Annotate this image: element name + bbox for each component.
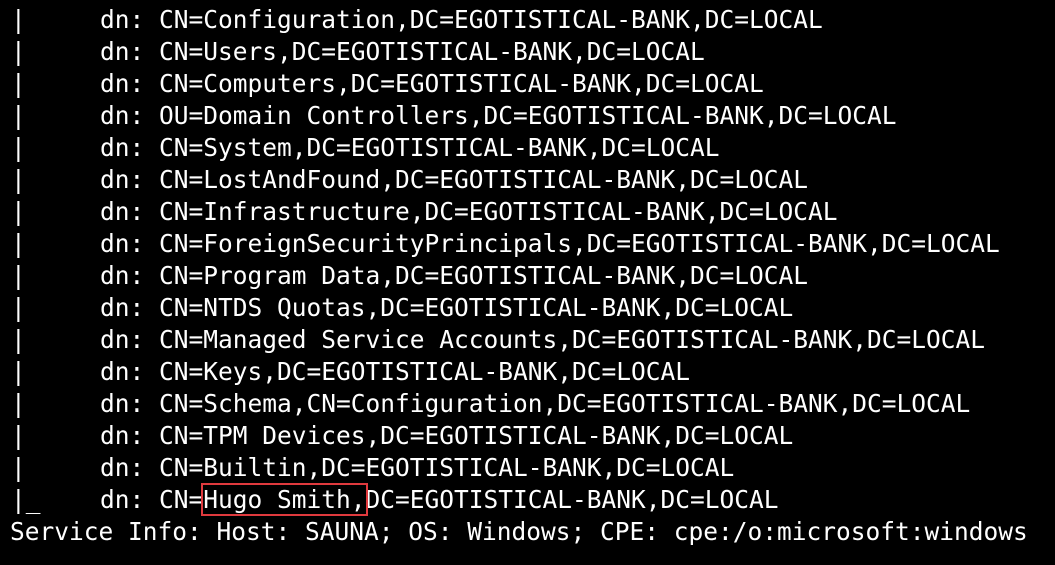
ldap-entry-line: | dn: CN=Managed Service Accounts,DC=EGO… [0, 324, 1055, 356]
tree-pipe: | [11, 229, 26, 258]
ldap-entry-line: | dn: CN=Program Data,DC=EGOTISTICAL-BAN… [0, 260, 1055, 292]
output-lines: | dn: CN=Configuration,DC=EGOTISTICAL-BA… [0, 4, 1055, 548]
dn-text: dn: CN=ForeignSecurityPrincipals,DC=EGOT… [100, 229, 1000, 258]
dn-text-before: dn: CN= [100, 485, 204, 514]
ldap-entry-line: | dn: CN=Infrastructure,DC=EGOTISTICAL-B… [0, 196, 1055, 228]
ldap-entry-line: | dn: CN=ForeignSecurityPrincipals,DC=EG… [0, 228, 1055, 260]
tree-pipe: | [11, 261, 26, 290]
dn-text: dn: CN=NTDS Quotas,DC=EGOTISTICAL-BANK,D… [100, 293, 794, 322]
terminal-output: | dn: CN=Configuration,DC=EGOTISTICAL-BA… [0, 0, 1055, 565]
highlighted-user-name: Hugo Smith, [201, 483, 368, 516]
ldap-entry-line: | dn: OU=Domain Controllers,DC=EGOTISTIC… [0, 100, 1055, 132]
tree-pipe: | [11, 293, 26, 322]
tree-pipe: | [11, 421, 26, 450]
dn-text: dn: CN=LostAndFound,DC=EGOTISTICAL-BANK,… [100, 165, 809, 194]
ldap-entry-line: | dn: CN=Users,DC=EGOTISTICAL-BANK,DC=LO… [0, 36, 1055, 68]
tree-end-marker: |_ [11, 485, 41, 514]
dn-text-after: DC=EGOTISTICAL-BANK,DC=LOCAL [365, 485, 779, 514]
tree-pipe: | [11, 69, 26, 98]
ldap-entry-line-last: |_ dn: CN=Hugo Smith,DC=EGOTISTICAL-BANK… [0, 483, 1055, 516]
ldap-entry-line: | dn: CN=Schema,CN=Configuration,DC=EGOT… [0, 388, 1055, 420]
ldap-entry-line: | dn: CN=System,DC=EGOTISTICAL-BANK,DC=L… [0, 132, 1055, 164]
dn-text: dn: OU=Domain Controllers,DC=EGOTISTICAL… [100, 101, 897, 130]
dn-text: dn: CN=Users,DC=EGOTISTICAL-BANK,DC=LOCA… [100, 37, 705, 66]
tree-pipe: | [11, 453, 26, 482]
tree-pipe: | [11, 325, 26, 354]
tree-pipe: | [11, 389, 26, 418]
dn-text: dn: CN=TPM Devices,DC=EGOTISTICAL-BANK,D… [100, 421, 794, 450]
tree-pipe: | [11, 197, 26, 226]
service-info-text: Service Info: Host: SAUNA; OS: Windows; … [10, 517, 1028, 546]
ldap-entry-line: | dn: CN=TPM Devices,DC=EGOTISTICAL-BANK… [0, 420, 1055, 452]
ldap-entry-line: | dn: CN=Builtin,DC=EGOTISTICAL-BANK,DC=… [0, 452, 1055, 484]
dn-text: dn: CN=Builtin,DC=EGOTISTICAL-BANK,DC=LO… [100, 453, 735, 482]
dn-text: dn: CN=Program Data,DC=EGOTISTICAL-BANK,… [100, 261, 809, 290]
dn-text: dn: CN=Computers,DC=EGOTISTICAL-BANK,DC=… [100, 69, 764, 98]
dn-text: dn: CN=Managed Service Accounts,DC=EGOTI… [100, 325, 986, 354]
tree-pipe: | [11, 165, 26, 194]
ldap-entry-line: | dn: CN=Configuration,DC=EGOTISTICAL-BA… [0, 4, 1055, 36]
ldap-entry-line: | dn: CN=LostAndFound,DC=EGOTISTICAL-BAN… [0, 164, 1055, 196]
tree-pipe: | [11, 133, 26, 162]
ldap-entry-line: | dn: CN=Computers,DC=EGOTISTICAL-BANK,D… [0, 68, 1055, 100]
tree-pipe: | [11, 357, 26, 386]
tree-pipe: | [11, 101, 26, 130]
dn-text: dn: CN=Configuration,DC=EGOTISTICAL-BANK… [100, 5, 823, 34]
ldap-entry-line: | dn: CN=Keys,DC=EGOTISTICAL-BANK,DC=LOC… [0, 356, 1055, 388]
tree-pipe: | [11, 5, 26, 34]
dn-text: dn: CN=Infrastructure,DC=EGOTISTICAL-BAN… [100, 197, 838, 226]
dn-text: dn: CN=Schema,CN=Configuration,DC=EGOTIS… [100, 389, 971, 418]
tree-pipe: | [11, 37, 26, 66]
dn-text: dn: CN=Keys,DC=EGOTISTICAL-BANK,DC=LOCAL [100, 357, 691, 386]
service-info-line: Service Info: Host: SAUNA; OS: Windows; … [0, 516, 1055, 548]
dn-text: dn: CN=Hugo Smith,DC=EGOTISTICAL-BANK,DC… [100, 483, 779, 516]
ldap-entry-line: | dn: CN=NTDS Quotas,DC=EGOTISTICAL-BANK… [0, 292, 1055, 324]
dn-text: dn: CN=System,DC=EGOTISTICAL-BANK,DC=LOC… [100, 133, 720, 162]
